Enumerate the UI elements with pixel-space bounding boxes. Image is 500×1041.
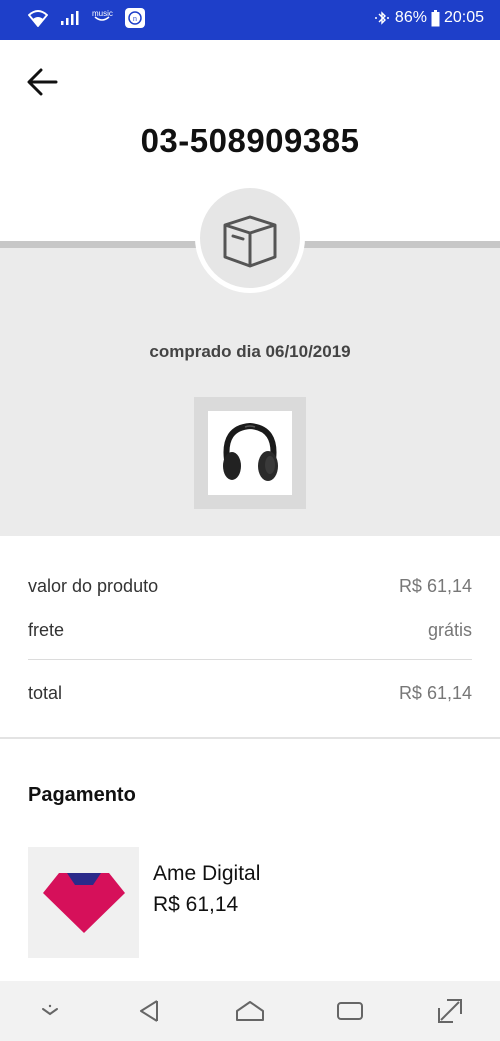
order-number: 03-508909385	[140, 122, 360, 159]
total-amount: R$ 61,14	[398, 683, 472, 703]
product-value-amount: R$ 61,14	[398, 576, 472, 596]
signal-icon	[60, 10, 80, 26]
product-value-label: valor do produto	[28, 576, 159, 596]
svg-text:n: n	[133, 16, 137, 23]
recents-icon[interactable]	[330, 991, 370, 1031]
shipping-row: frete grátis	[28, 620, 472, 641]
headphones-image	[208, 411, 292, 495]
battery-icon	[431, 9, 440, 27]
payment-title: Pagamento	[28, 784, 136, 806]
summary-divider	[28, 659, 472, 660]
purchase-date: comprado dia 06/10/2019	[149, 342, 351, 361]
expand-icon[interactable]	[430, 991, 470, 1031]
status-right-icons: 86% 20:05	[373, 9, 484, 27]
home-icon[interactable]	[230, 991, 270, 1031]
ame-digital-logo-icon	[42, 872, 125, 933]
total-label: total	[28, 683, 63, 703]
payment-method-name: Ame Digital	[153, 862, 261, 885]
system-nav-bar	[0, 981, 500, 1041]
status-left-icons: music n	[28, 8, 145, 28]
package-badge-inner	[200, 188, 300, 288]
clock: 20:05	[443, 9, 484, 26]
app-notification-icon: n	[124, 8, 145, 28]
section-divider	[0, 737, 500, 739]
payment-method-logo	[28, 847, 139, 958]
keyboard-hide-icon[interactable]	[30, 991, 70, 1031]
package-badge	[195, 183, 305, 293]
back-triangle-icon[interactable]	[130, 991, 170, 1031]
product-value-row: valor do produto R$ 61,14	[28, 576, 472, 597]
package-box-icon	[223, 215, 277, 268]
bluetooth-icon	[373, 10, 391, 26]
wifi-icon	[28, 9, 48, 27]
total-row: total R$ 61,14	[28, 683, 472, 704]
battery-percent: 86%	[394, 9, 427, 26]
back-arrow-icon	[27, 68, 58, 96]
shipping-value: grátis	[427, 620, 472, 640]
status-bar: music n 86% 20:05	[0, 0, 500, 40]
payment-method-amount: R$ 61,14	[153, 893, 239, 916]
product-thumbnail[interactable]	[194, 397, 306, 509]
shipping-label: frete	[28, 620, 65, 640]
back-button[interactable]	[24, 64, 60, 100]
music-icon: music	[92, 9, 113, 22]
